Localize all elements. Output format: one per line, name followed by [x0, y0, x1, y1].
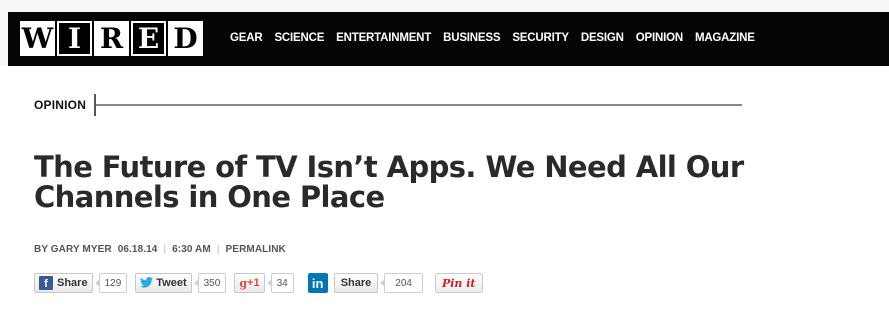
googleplus-count: 34 [266, 273, 294, 293]
byline-date: 06.18.14 [117, 244, 158, 255]
facebook-share-count: 129 [94, 273, 128, 293]
article-headline: The Future of TV Isn’t Apps. We Need All… [34, 152, 834, 212]
logo-letter-r: R [94, 21, 129, 56]
nav-entertainment[interactable]: ENTERTAINMENT [336, 32, 431, 44]
main-nav: GEAR SCIENCE ENTERTAINMENT BUSINESS SECU… [230, 32, 755, 44]
wired-logo[interactable]: W I R E D [20, 21, 203, 56]
linkedin-icon: in [307, 273, 328, 293]
linkedin-share-label: Share [333, 273, 379, 293]
nav-design[interactable]: DESIGN [581, 32, 624, 44]
facebook-share-button[interactable]: f Share [34, 273, 93, 293]
logo-letter-w: W [20, 21, 55, 56]
twitter-tweet-count: 350 [193, 273, 227, 293]
logo-letter-d: D [168, 21, 203, 56]
linkedin-share-count: 204 [380, 273, 423, 293]
headline-line-2: Channels in One Place [34, 180, 385, 214]
nav-business[interactable]: BUSINESS [443, 32, 500, 44]
logo-letter-e: E [131, 21, 166, 56]
facebook-share-label: Share [57, 277, 88, 289]
byline-time: 6:30 AM [172, 244, 211, 255]
section-label[interactable]: OPINION [34, 98, 86, 112]
twitter-tweet-button[interactable]: Tweet [135, 273, 192, 293]
googleplus-button[interactable]: g +1 [234, 273, 265, 293]
nav-science[interactable]: SCIENCE [274, 32, 324, 44]
nav-magazine[interactable]: MAGAZINE [695, 32, 755, 44]
permalink-link[interactable]: PERMALINK [226, 244, 286, 255]
twitter-tweet-label: Tweet [156, 277, 187, 289]
logo-letter-i: I [57, 21, 92, 56]
section-divider-rule [96, 104, 743, 106]
byline-separator: | [163, 244, 167, 255]
pinterest-label: Pin it [441, 276, 476, 290]
nav-gear[interactable]: GEAR [230, 32, 263, 44]
headline-line-1: The Future of TV Isn’t Apps. We Need All… [34, 150, 744, 184]
twitter-icon [140, 276, 154, 291]
section-header: OPINION [34, 94, 743, 116]
pinterest-pin-button[interactable]: Pin it [434, 273, 483, 293]
googleplus-icon: g [239, 276, 248, 290]
byline-separator: | [216, 244, 220, 255]
nav-opinion[interactable]: OPINION [636, 32, 683, 44]
byline-author[interactable]: BY GARY MYER [34, 244, 112, 255]
nav-security[interactable]: SECURITY [512, 32, 569, 44]
article-byline: BY GARY MYER 06.18.14 | 6:30 AM | PERMAL… [34, 244, 286, 255]
facebook-icon: f [39, 276, 53, 290]
googleplus-label: +1 [247, 277, 260, 289]
top-header: W I R E D GEAR SCIENCE ENTERTAINMENT BUS… [0, 0, 889, 66]
social-share-row: f Share 129 Tweet 350 g +1 34 in Share 2… [34, 273, 483, 293]
linkedin-share-button[interactable]: in Share [307, 273, 379, 293]
nav-bar: W I R E D GEAR SCIENCE ENTERTAINMENT BUS… [8, 12, 889, 66]
